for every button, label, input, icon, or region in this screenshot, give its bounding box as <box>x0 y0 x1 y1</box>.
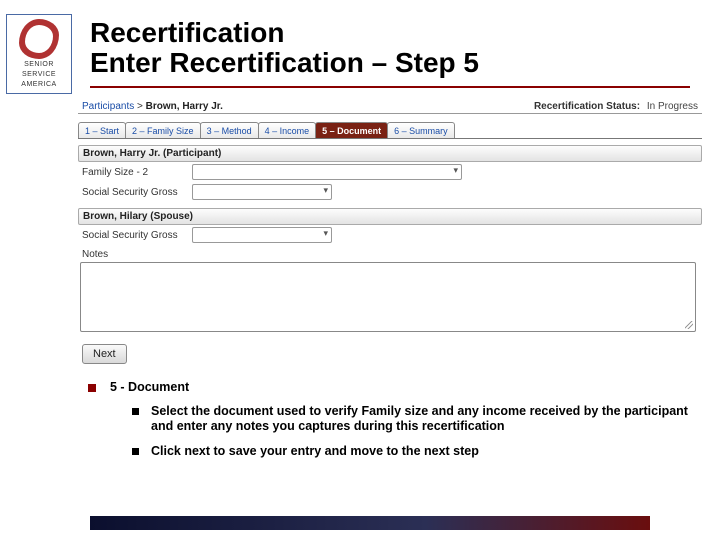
family-size-label: Family Size - 2 <box>82 167 192 178</box>
slide-bullets: 5 - Document Select the document used to… <box>88 380 688 459</box>
spouse-ssg-label: Social Security Gross <box>82 230 192 241</box>
status-value: In Progress <box>647 101 698 112</box>
bullet-icon <box>88 384 96 392</box>
page-title: Recertification Enter Recertification – … <box>90 18 479 78</box>
section-spouse: Brown, Hilary (Spouse) <box>78 208 702 225</box>
logo-text-3: AMERICA <box>7 81 71 89</box>
tab-start[interactable]: 1 – Start <box>78 122 126 138</box>
tab-summary[interactable]: 6 – Summary <box>387 122 455 138</box>
footer-bar <box>90 516 650 530</box>
status-label: Recertification Status: <box>534 101 640 112</box>
breadcrumb-name: Brown, Harry Jr. <box>146 101 223 112</box>
title-underline <box>90 86 690 88</box>
tab-family-size[interactable]: 2 – Family Size <box>125 122 201 138</box>
participant-ssg-label: Social Security Gross <box>82 187 192 198</box>
bullet-heading: 5 - Document <box>110 380 189 394</box>
breadcrumb-row: Participants > Brown, Harry Jr. Recertif… <box>78 100 702 114</box>
breadcrumb-sep: > <box>137 101 143 112</box>
logo-text-2: SERVICE <box>7 71 71 79</box>
logo-icon <box>19 19 59 59</box>
notes-label: Notes <box>78 249 702 260</box>
subbullet-1: Select the document used to verify Famil… <box>151 404 688 434</box>
tab-document[interactable]: 5 – Document <box>315 122 388 138</box>
subbullet-2: Click next to save your entry and move t… <box>151 444 479 459</box>
section-participant: Brown, Harry Jr. (Participant) <box>78 145 702 162</box>
tab-method[interactable]: 3 – Method <box>200 122 259 138</box>
title-line-1: Recertification <box>90 18 479 48</box>
subbullet-icon <box>132 448 139 455</box>
family-size-select[interactable] <box>192 164 462 180</box>
tabstrip: 1 – Start 2 – Family Size 3 – Method 4 –… <box>78 122 702 139</box>
breadcrumb-link[interactable]: Participants <box>82 101 134 112</box>
logo: SENIOR SERVICE AMERICA <box>6 14 72 94</box>
spouse-ssg-select[interactable] <box>192 227 332 243</box>
tab-income[interactable]: 4 – Income <box>258 122 317 138</box>
app-window: Participants > Brown, Harry Jr. Recertif… <box>78 100 702 364</box>
subbullet-icon <box>132 408 139 415</box>
title-line-2: Enter Recertification – Step 5 <box>90 48 479 78</box>
participant-ssg-select[interactable] <box>192 184 332 200</box>
logo-text-1: SENIOR <box>7 61 71 69</box>
notes-textarea[interactable] <box>80 262 696 332</box>
next-button[interactable]: Next <box>82 344 127 364</box>
